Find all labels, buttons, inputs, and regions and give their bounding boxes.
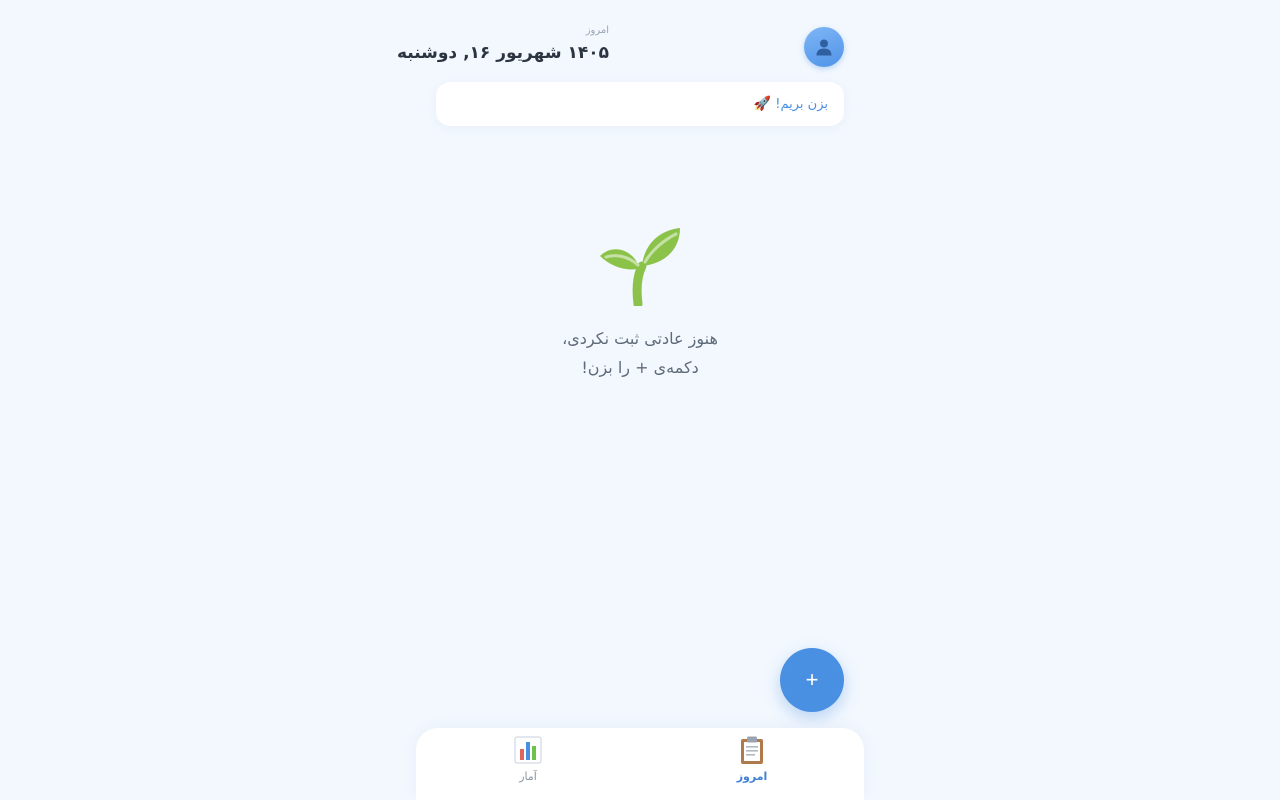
empty-message-line1: هنوز عادتی ثبت نکردی، (562, 329, 718, 348)
bottom-nav: امروز آمار (416, 728, 864, 800)
header: امروز ۱۴۰۵ شهریور ۱۶, دوشنبه (397, 22, 844, 74)
motivation-card: بزن بریم! 🚀 (436, 82, 844, 126)
empty-message: هنوز عادتی ثبت نکردی، دکمه‌ی + را بزن! (436, 324, 844, 382)
avatar[interactable] (804, 27, 844, 67)
sprout-icon (600, 228, 680, 306)
clipboard-icon (741, 736, 763, 764)
empty-message-line2: دکمه‌ی + را بزن! (581, 358, 699, 377)
motivation-text: بزن بریم! (775, 96, 828, 112)
nav-label-today: امروز (736, 770, 768, 783)
add-habit-button[interactable]: + (780, 648, 844, 712)
date-block: امروز ۱۴۰۵ شهریور ۱۶, دوشنبه (397, 22, 609, 66)
nav-label-stats: آمار (519, 770, 537, 783)
empty-state: هنوز عادتی ثبت نکردی، دکمه‌ی + را بزن! (436, 222, 844, 382)
rocket-icon: 🚀 (753, 96, 772, 112)
user-icon (816, 39, 832, 56)
nav-item-stats[interactable]: آمار (488, 728, 568, 800)
bar-chart-icon (514, 736, 542, 764)
nav-item-today[interactable]: امروز (712, 728, 792, 800)
today-label: امروز (585, 25, 609, 36)
app-container: امروز ۱۴۰۵ شهریور ۱۶, دوشنبه بزن بریم! 🚀… (397, 0, 864, 800)
current-date: ۱۴۰۵ شهریور ۱۶, دوشنبه (396, 43, 609, 63)
